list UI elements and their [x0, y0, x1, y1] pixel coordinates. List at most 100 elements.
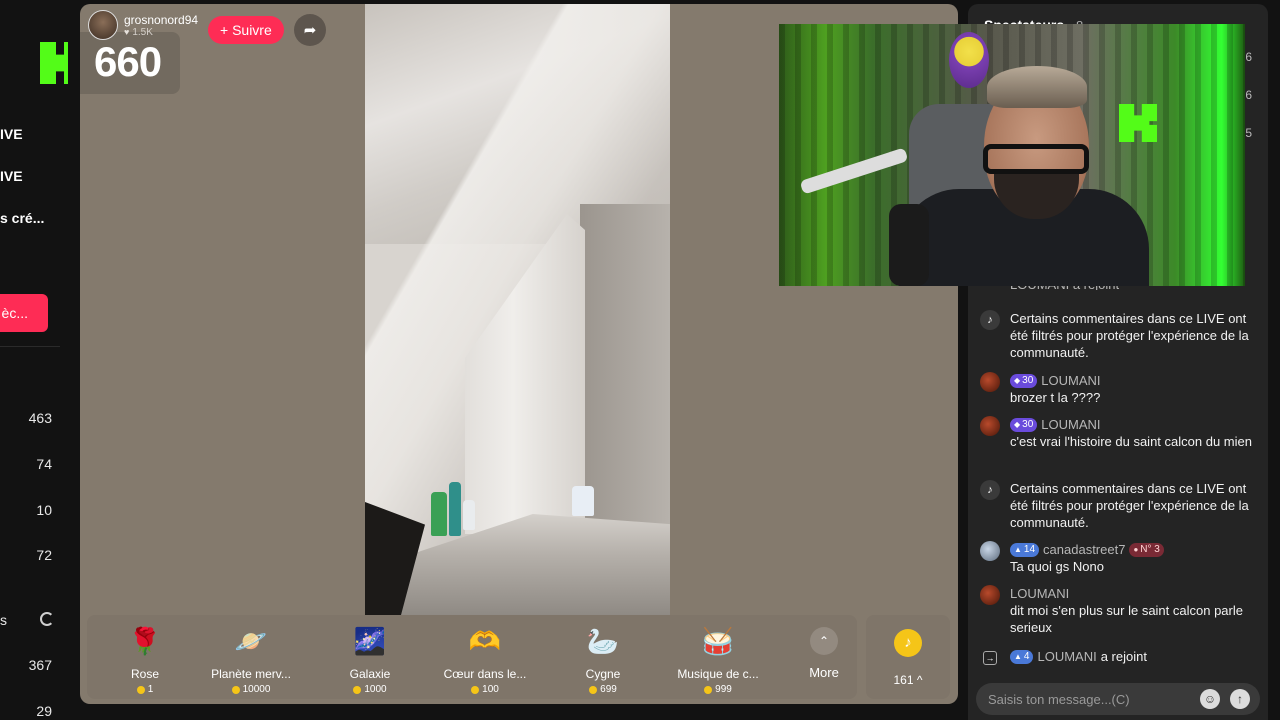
webcam-overlay	[779, 24, 1245, 286]
send-icon[interactable]: ↑	[1230, 689, 1250, 709]
sidebar-count[interactable]: 29	[36, 703, 52, 719]
gift-planet[interactable]: 🪐 Planète merv... 10000	[193, 623, 309, 695]
level-badge-value: 30	[1022, 419, 1034, 430]
gem-icon: ◆	[1014, 420, 1021, 429]
gift-price: 100	[427, 684, 543, 695]
chat-username[interactable]: LOUMANI	[1041, 372, 1100, 389]
chat-username[interactable]: LOUMANI	[1041, 416, 1100, 433]
sidebar-item-live-1[interactable]: IVE	[0, 126, 23, 142]
more-gifts-button[interactable]: ⌃ More	[799, 627, 849, 680]
gift-galaxy[interactable]: 🌌 Galaxie 1000	[312, 623, 428, 695]
follow-button[interactable]: + Suivre	[208, 16, 284, 44]
planet-icon: 🪐	[234, 626, 268, 656]
video-scene-bottle	[463, 500, 475, 530]
tiktok-coin-icon: ♪	[894, 629, 922, 657]
avatar[interactable]	[980, 585, 1000, 605]
level-badge: ◆ 30	[1010, 373, 1038, 388]
viewer-count: 660	[94, 38, 162, 85]
chat-message-text: dit moi s'en plus sur le saint calcon pa…	[1010, 603, 1243, 635]
chat-message[interactable]: ▲ 14 canadastreet7 ● N° 3 Ta quoi gs Nono	[980, 541, 1264, 575]
gift-price-value: 699	[600, 684, 617, 695]
sidebar-divider	[0, 346, 60, 347]
chat-join-text: a rejoint	[1100, 649, 1147, 664]
gift-name: Musique de c...	[677, 667, 759, 681]
chat-input-bar: ☺ ↑	[976, 683, 1260, 715]
chat-message-header: ◆ 30 LOUMANI	[1010, 416, 1264, 433]
chat-username[interactable]: LOUMANI	[1037, 648, 1096, 665]
sidebar-count[interactable]: 72	[36, 547, 52, 563]
chat-username[interactable]: canadastreet7	[1043, 541, 1125, 558]
gift-drum[interactable]: 🥁 Musique de c... 999	[660, 623, 776, 695]
swan-icon: 🦢	[586, 626, 620, 656]
gift-bar: 🌹 Rose 1 🪐 Planète merv... 10000 🌌 Galax…	[87, 615, 857, 699]
gift-heart-hands[interactable]: 🫶 Cœur dans le... 100	[427, 623, 543, 695]
sidebar-item-creators[interactable]: s cré...	[0, 210, 44, 226]
host-likes-count: 1.5K	[132, 26, 153, 38]
chevron-up-icon: ⌃	[810, 627, 838, 655]
gift-price-value: 100	[482, 684, 499, 695]
rank-badge: ● N° 3	[1129, 542, 1164, 557]
gift-name: Rose	[130, 667, 159, 681]
refresh-icon[interactable]	[40, 612, 54, 626]
sidebar-login-button[interactable]: èc...	[0, 294, 48, 332]
coin-icon	[353, 685, 362, 694]
level-badge: ▲ 14	[1010, 542, 1040, 557]
sidebar-count[interactable]: 74	[36, 456, 52, 472]
video-scene-bottle	[449, 482, 461, 536]
coin-icon	[704, 685, 713, 694]
host-avatar[interactable]	[88, 10, 118, 40]
heart-icon: ♥	[124, 27, 130, 37]
coin-icon	[589, 685, 598, 694]
drum-icon: 🥁	[701, 626, 735, 656]
gift-rose[interactable]: 🌹 Rose 1	[87, 623, 203, 695]
chat-message[interactable]: LOUMANI dit moi s'en plus sur le saint c…	[980, 585, 1264, 636]
gift-price: 699	[545, 684, 661, 695]
sidebar-item-live-2[interactable]: IVE	[0, 168, 23, 184]
emoji-icon[interactable]: ☺	[1200, 689, 1220, 709]
sidebar-section-label: s	[0, 612, 7, 628]
gift-swan[interactable]: 🦢 Cygne 699	[545, 623, 661, 695]
coins-recharge-button[interactable]: ♪ 161 ^	[866, 615, 950, 699]
chat-join-message: → ▲ 4 LOUMANI a rejoint	[980, 648, 1264, 665]
level-badge-value: 4	[1023, 651, 1030, 662]
rank-value: 5	[1245, 126, 1252, 140]
live-video[interactable]	[365, 4, 670, 615]
gift-name: Planète merv...	[211, 667, 291, 681]
coins-balance: 161 ^	[893, 673, 923, 687]
medal-icon: ●	[1133, 545, 1139, 554]
chat-message-text: Certains commentaires dans ce LIVE ont é…	[1010, 311, 1249, 360]
host-name[interactable]: grosnonord94	[124, 13, 198, 27]
level-badge-value: 30	[1022, 375, 1034, 386]
chat-message[interactable]: ◆ 30 LOUMANI brozer t la ????	[980, 372, 1264, 406]
rank-badge-value: N° 3	[1140, 544, 1160, 555]
gift-price: 10000	[193, 684, 309, 695]
host-meta: grosnonord94 ♥ 1.5K	[124, 13, 198, 38]
sidebar-count[interactable]: 10	[36, 502, 52, 518]
avatar[interactable]	[980, 372, 1000, 392]
sidebar-count[interactable]: 367	[29, 657, 52, 673]
host-likes: ♥ 1.5K	[124, 27, 198, 38]
app-root: IVE IVE s cré... èc... 463 74 10 72 s 36…	[0, 0, 1280, 720]
gem-icon: ◆	[1014, 376, 1021, 385]
chat-message-header: ▲ 14 canadastreet7 ● N° 3	[1010, 541, 1264, 558]
avatar[interactable]	[980, 541, 1000, 561]
coin-icon	[231, 685, 240, 694]
left-sidebar: IVE IVE s cré... èc... 463 74 10 72 s 36…	[0, 0, 68, 720]
chat-input[interactable]	[988, 683, 1198, 715]
chat-message-text: Certains commentaires dans ce LIVE ont é…	[1010, 481, 1249, 530]
share-button[interactable]: ➦	[294, 14, 326, 46]
avatar[interactable]	[980, 416, 1000, 436]
chat-message-text: c'est vrai l'histoire du saint calcon du…	[1010, 434, 1252, 449]
sidebar-count[interactable]: 463	[29, 410, 52, 426]
chat-message[interactable]: ◆ 30 LOUMANI c'est vrai l'histoire du sai…	[980, 416, 1264, 450]
streamer-glasses	[983, 144, 1089, 174]
galaxy-icon: 🌌	[353, 626, 387, 656]
sidebar-login-label: èc...	[1, 305, 28, 321]
triangle-icon: ▲	[1014, 545, 1022, 554]
host-info[interactable]: grosnonord94 ♥ 1.5K	[88, 10, 198, 40]
microphone	[889, 204, 929, 286]
chat-username[interactable]: LOUMANI	[1010, 585, 1069, 602]
kick-logo[interactable]	[40, 42, 68, 84]
gift-price: 1000	[312, 684, 428, 695]
triangle-icon: ▲	[1014, 652, 1022, 661]
